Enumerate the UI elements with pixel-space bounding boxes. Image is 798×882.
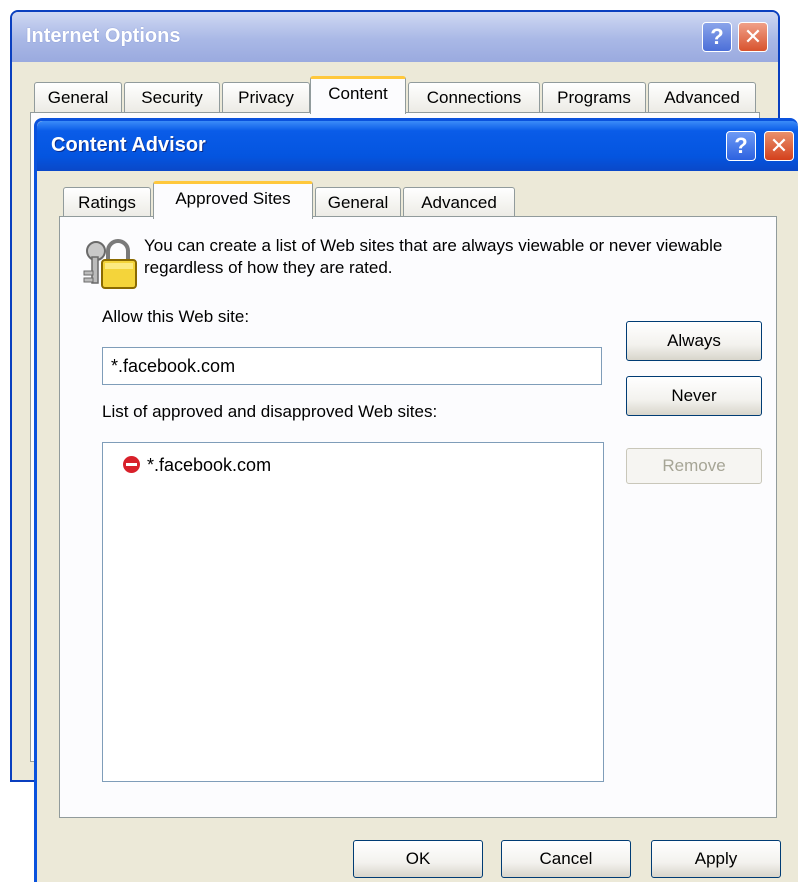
internet-options-title: Internet Options [26, 25, 181, 47]
tab-security[interactable]: Security [124, 82, 220, 112]
close-button[interactable]: ✕ [738, 22, 768, 52]
tab-connections[interactable]: Connections [408, 82, 540, 112]
tab-advanced[interactable]: Advanced [403, 187, 515, 217]
padlock-keys-icon [83, 239, 137, 289]
tab-ratings[interactable]: Ratings [63, 187, 151, 217]
never-button[interactable]: Never [626, 376, 762, 416]
tab-advanced[interactable]: Advanced [648, 82, 756, 112]
allow-site-label: Allow this Web site: [102, 307, 250, 326]
help-button[interactable]: ? [726, 131, 756, 161]
tab-content[interactable]: Content [310, 76, 406, 114]
close-button[interactable]: ✕ [764, 131, 794, 161]
tab-general[interactable]: General [315, 187, 401, 217]
tab-general[interactable]: General [34, 82, 122, 112]
allow-site-input[interactable] [102, 347, 602, 385]
content-advisor-dialog: Content Advisor ? ✕ Ratings Approved Sit… [34, 118, 798, 882]
site-list-label: List of approved and disapproved Web sit… [102, 402, 438, 421]
tab-approved-sites[interactable]: Approved Sites [153, 181, 313, 219]
content-advisor-title: Content Advisor [51, 134, 206, 156]
help-button[interactable]: ? [702, 22, 732, 52]
approved-sites-description: You can create a list of Web sites that … [144, 236, 723, 277]
internet-options-titlebar[interactable]: Internet Options ? ✕ [12, 12, 778, 62]
site-name: *.facebook.com [147, 455, 272, 475]
cancel-button[interactable]: Cancel [501, 840, 631, 878]
always-button[interactable]: Always [626, 321, 762, 361]
approved-sites-panel: You can create a list of Web sites that … [59, 216, 777, 818]
remove-button[interactable]: Remove [626, 448, 762, 484]
block-icon [123, 456, 140, 473]
tab-programs[interactable]: Programs [542, 82, 646, 112]
ok-button[interactable]: OK [353, 840, 483, 878]
tab-privacy[interactable]: Privacy [222, 82, 310, 112]
apply-button[interactable]: Apply [651, 840, 781, 878]
approved-sites-list[interactable]: *.facebook.com [102, 442, 604, 782]
content-advisor-titlebar[interactable]: Content Advisor ? ✕ [37, 121, 798, 171]
